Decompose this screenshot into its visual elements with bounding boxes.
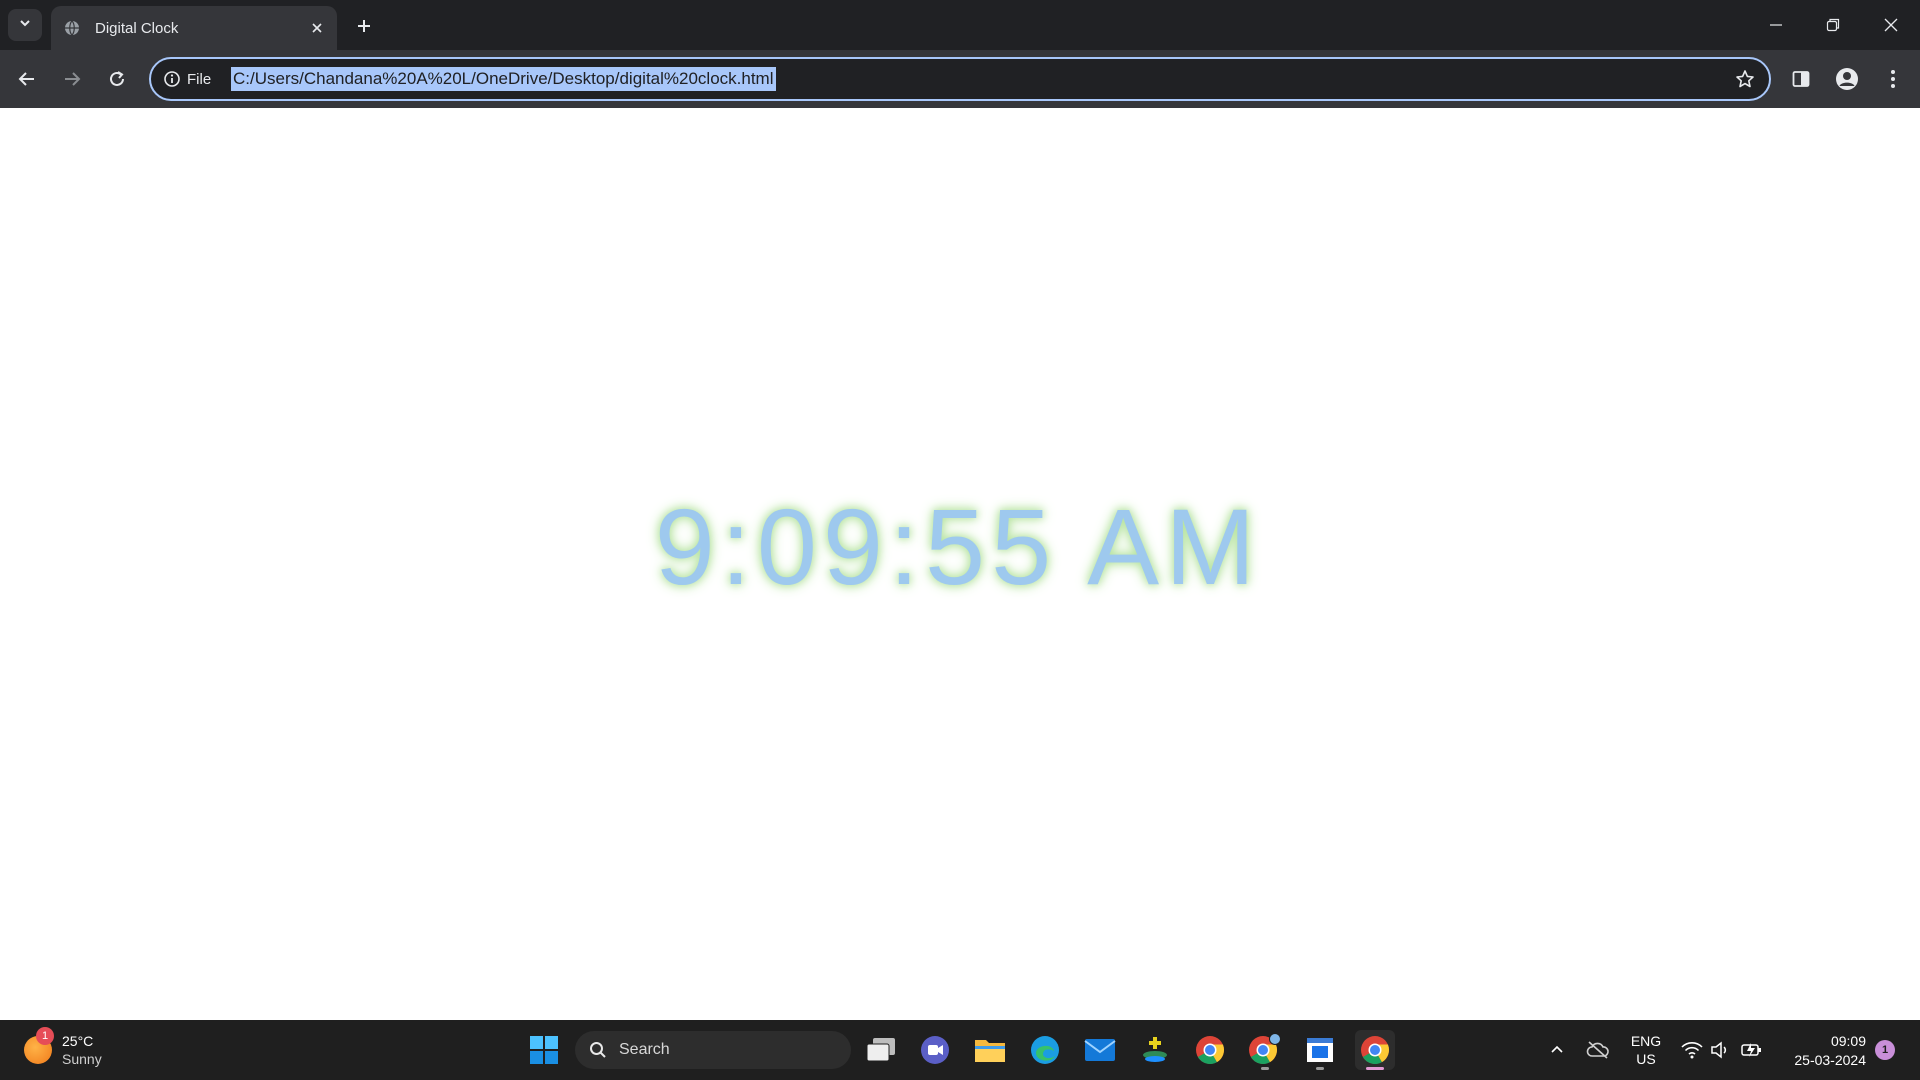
speaker-icon [1711,1041,1727,1059]
clock-container: 9:09:55 AM [0,108,1920,1020]
info-icon [164,71,180,87]
tab-digital-clock[interactable]: Digital Clock [51,6,337,50]
tab-close-button[interactable] [305,16,329,40]
onedrive-button[interactable] [1586,1038,1610,1062]
profile-button[interactable] [1829,61,1865,97]
language-code: ENG [1630,1033,1662,1049]
browser-menu-button[interactable] [1875,61,1911,97]
edge-button[interactable] [1025,1030,1065,1070]
forward-button[interactable] [54,61,90,97]
taskbar-time: 09:09 [1830,1033,1866,1049]
running-indicator [1316,1067,1324,1070]
tab-strip: Digital Clock [0,0,1920,50]
chrome-active-icon [1361,1036,1390,1064]
kebab-menu-icon [1891,70,1895,88]
star-icon [1736,70,1754,88]
close-window-button[interactable] [1863,0,1919,50]
mail-button[interactable] [1080,1030,1120,1070]
weather-widget[interactable]: 1 25°C Sunny [24,1027,102,1072]
notepad-button[interactable] [1300,1030,1340,1070]
back-button[interactable] [9,61,45,97]
pinned-app-button[interactable] [1135,1030,1175,1070]
tab-search-button[interactable] [8,9,42,41]
restore-button[interactable] [1805,0,1861,50]
file-explorer-button[interactable] [970,1030,1010,1070]
chrome-icon [1196,1036,1225,1064]
task-view-icon [866,1038,895,1062]
language-indicator[interactable]: ENG US [1628,1032,1664,1068]
new-tab-button[interactable] [350,12,378,40]
chrome-button[interactable] [1190,1030,1230,1070]
restore-icon [1826,18,1840,32]
weather-condition: Sunny [62,1051,102,1067]
show-hidden-icons-button[interactable] [1545,1038,1569,1062]
profile-icon [1836,68,1858,90]
tab-title: Digital Clock [95,19,179,37]
back-arrow-icon [18,72,34,86]
wifi-icon [1681,1042,1703,1059]
chevron-up-icon [1551,1045,1563,1053]
address-bar[interactable]: File C:/Users/Chandana%20A%20L/OneDrive/… [149,57,1771,101]
edge-icon [1031,1036,1059,1064]
start-button[interactable] [524,1030,564,1070]
minimize-icon [1770,24,1782,26]
battery-button[interactable] [1740,1038,1764,1062]
region-code: US [1636,1051,1656,1067]
windows-taskbar: 1 25°C Sunny Search ENG US 09:09 25-03-2… [0,1020,1920,1080]
taskbar-date: 25-03-2024 [1794,1052,1866,1068]
mail-icon [1084,1039,1116,1061]
file-explorer-icon [975,1040,1005,1062]
cloud-offline-icon [1586,1041,1609,1059]
side-panel-icon [1792,71,1810,87]
chevron-down-icon [18,16,32,35]
globe-icon [63,19,81,37]
clock-date-widget[interactable]: 09:09 25-03-2024 [1776,1032,1866,1070]
search-label: Search [619,1041,670,1058]
side-panel-button[interactable] [1783,61,1819,97]
battery-charging-icon [1741,1043,1761,1057]
close-icon [312,23,322,33]
chrome-profile-icon [1249,1033,1281,1064]
chrome-profile-button[interactable] [1245,1030,1285,1070]
plus-icon [358,20,370,32]
weather-badge: 1 [36,1027,54,1045]
reload-icon [110,71,124,86]
site-info-chip[interactable]: File [163,68,211,90]
notepad-icon [1307,1038,1333,1062]
task-view-button[interactable] [861,1030,901,1070]
site-chip-label: File [187,70,212,88]
meet-app-button[interactable] [915,1030,955,1070]
forward-arrow-icon [65,72,81,86]
close-icon [1884,18,1898,32]
minimize-button[interactable] [1748,0,1804,50]
taskbar-search[interactable]: Search [575,1031,851,1069]
sun-icon: 1 [24,1027,54,1064]
digital-clock-time: 9:09:55 AM [654,485,1262,607]
weather-temperature: 25°C [62,1033,94,1049]
network-button[interactable] [1680,1038,1704,1062]
chrome-active-button[interactable] [1355,1030,1395,1070]
running-indicator [1261,1067,1269,1070]
app-icon [1143,1037,1167,1062]
web-page: 9:09:55 AM [0,108,1920,1020]
meet-icon [921,1036,949,1064]
url-text[interactable]: C:/Users/Chandana%20A%20L/OneDrive/Deskt… [231,67,776,91]
bookmark-button[interactable] [1733,67,1757,91]
windows-start-icon [530,1036,558,1064]
search-icon [590,1042,606,1058]
volume-button[interactable] [1708,1038,1732,1062]
notification-badge[interactable]: 1 [1875,1040,1895,1060]
reload-button[interactable] [99,61,135,97]
active-indicator [1366,1067,1384,1070]
